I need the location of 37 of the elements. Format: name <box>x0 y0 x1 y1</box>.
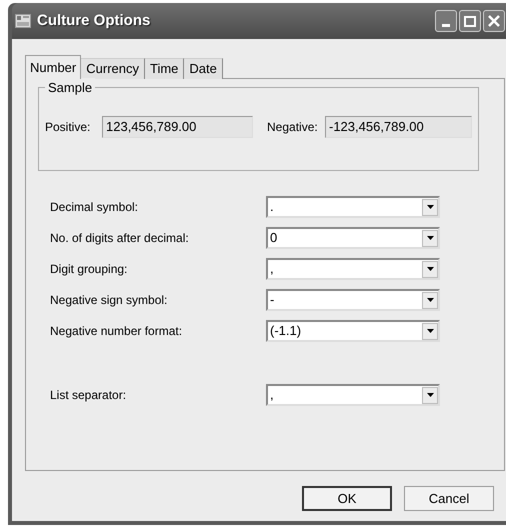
maximize-button[interactable] <box>459 10 481 32</box>
close-icon <box>488 15 500 27</box>
close-button[interactable] <box>483 10 505 32</box>
dialog-button[interactable]: OK <box>302 486 392 511</box>
field-label: No. of digits after decimal: <box>50 230 190 247</box>
field-label: Digit grouping: <box>50 261 128 278</box>
dropdown[interactable]: 0 <box>266 227 440 249</box>
tab[interactable]: Currency <box>81 58 145 79</box>
dropdown[interactable]: - <box>266 289 440 311</box>
group-title: Sample <box>45 78 96 98</box>
caret-icon <box>426 236 434 240</box>
dropdown[interactable]: (-1.1) <box>266 320 440 342</box>
dropdown[interactable]: , <box>266 384 440 406</box>
dropdown[interactable]: , <box>266 258 440 280</box>
negative-label: Negative: <box>267 119 319 136</box>
minimize-button[interactable] <box>435 10 457 32</box>
tab[interactable]: Time <box>145 58 184 79</box>
field-label: List separator: <box>50 387 128 404</box>
caret-icon <box>426 205 434 209</box>
dialog-button[interactable]: Cancel <box>404 486 494 511</box>
caret-icon <box>426 298 434 302</box>
positive-label: Positive: <box>45 119 92 136</box>
caret-icon <box>426 329 434 333</box>
caret-icon <box>426 393 434 397</box>
tab[interactable]: Number <box>25 55 82 79</box>
caret-icon <box>426 267 434 271</box>
window-title: Culture Options <box>37 10 152 31</box>
window-app-icon <box>15 14 31 28</box>
positive-field: 123,456,789.00 <box>102 116 253 138</box>
maximize-icon <box>464 16 476 26</box>
minimize-icon <box>442 24 450 27</box>
tab[interactable]: Date <box>184 58 223 79</box>
dropdown[interactable]: . <box>266 196 440 218</box>
field-label: Negative sign symbol: <box>50 292 168 309</box>
field-label: Decimal symbol: <box>50 199 140 216</box>
negative-field: -123,456,789.00 <box>325 116 472 138</box>
field-label: Negative number format: <box>50 323 184 340</box>
